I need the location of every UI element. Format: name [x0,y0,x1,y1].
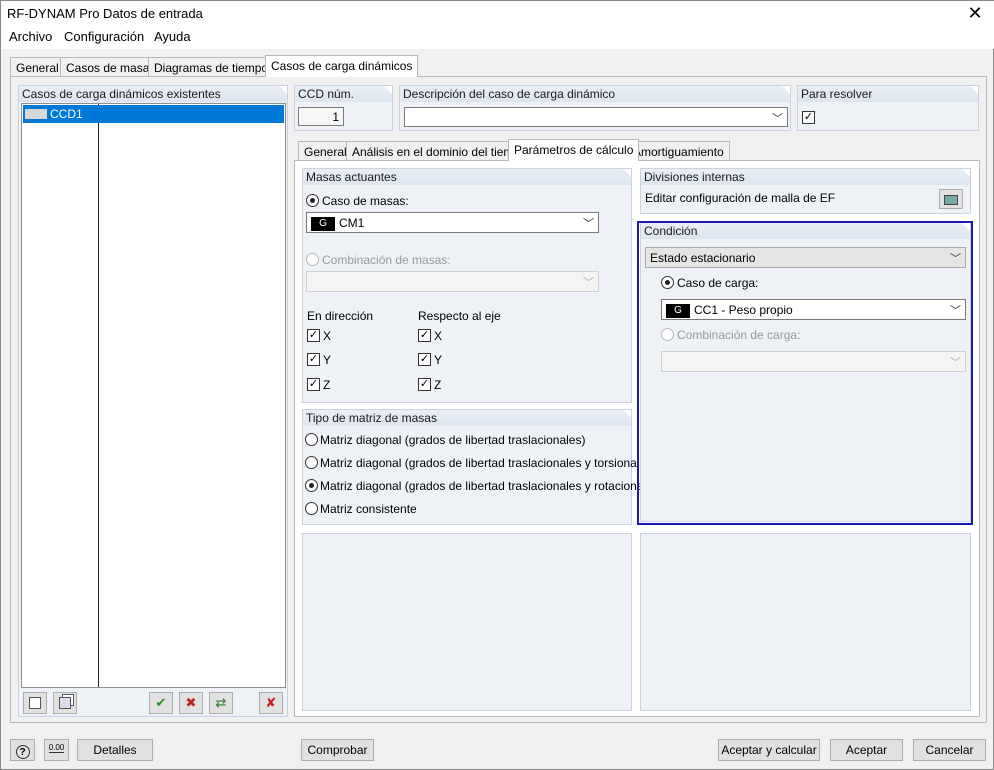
direccion-z-checkbox[interactable]: ✓ [307,378,320,391]
masas-actuantes-box: Masas actuantes Caso de masas: G CM1 ﹀ Co… [302,168,632,403]
eje-y-checkbox[interactable]: ✓ [418,353,431,366]
new-case-button[interactable] [23,692,47,714]
aceptar-button[interactable]: Aceptar [830,739,903,761]
divisiones-header: Divisiones internas [641,169,970,185]
direccion-y-label: Y [323,353,332,367]
list-item[interactable]: CCD1 [23,105,284,123]
description-header: Descripción del caso de carga dinámico [400,86,790,102]
tab-casos-de-masas[interactable]: Casos de masas [60,57,162,77]
eje-x-label: X [434,329,443,343]
divisiones-text: Editar configuración de malla de EF [645,191,836,205]
comprobar-button[interactable]: Comprobar [301,739,374,761]
uncheck-all-icon: ✖ [185,695,197,710]
matriz-option-3-label: Matriz diagonal (grados de libertad tras… [320,479,663,493]
help-button[interactable]: ? [10,739,35,761]
check-all-icon: ✔ [155,695,167,710]
menu-archivo[interactable]: Archivo [9,29,52,44]
direccion-x-checkbox[interactable]: ✓ [307,329,320,342]
title-bar: RF-DYNAM Pro Datos de entrada ✕ [1,1,994,27]
chevron-down-icon: ﹀ [583,277,594,289]
case-label: CCD1 [50,107,83,121]
matriz-option-1-label: Matriz diagonal (grados de libertad tras… [320,433,586,447]
case-color-swatch [25,109,47,119]
existing-cases-list[interactable]: CCD1 [21,103,286,688]
comb-masas-label: Combinación de masas: [322,253,451,267]
subtab-general[interactable]: General [298,141,353,161]
to-solve-checkbox[interactable]: ✓ [802,111,815,124]
dialog-window: RF-DYNAM Pro Datos de entrada ✕ Archivo … [0,0,994,770]
empty-panel-right [640,533,971,711]
tab-general[interactable]: General [10,57,65,77]
aceptar-calcular-button[interactable]: Aceptar y calcular [718,739,820,761]
copy-case-icon [59,697,71,709]
help-icon: ? [15,745,30,759]
description-box: Descripción del caso de carga dinámico ﹀ [399,85,791,131]
caso-masas-select[interactable]: G CM1 ﹀ [306,212,599,233]
description-combo[interactable]: ﹀ [404,107,788,127]
comb-masas-radio[interactable] [306,253,319,266]
tab-diagramas-de-tiempos[interactable]: Diagramas de tiempos [148,57,281,77]
highlight-frame [637,221,973,525]
subtab-amortiguamiento[interactable]: Amortiguamiento [627,141,730,161]
list-divider [98,104,99,687]
existing-cases-header: Casos de carga dinámicos existentes [19,86,287,102]
new-case-icon [29,697,41,709]
caso-masas-value: CM1 [339,216,365,230]
direccion-z-label: Z [323,378,331,392]
mesh-settings-icon [944,195,958,205]
caso-masas-radio[interactable] [306,194,319,207]
toggle-check-icon: ⇄ [215,695,227,710]
eje-label: Respecto al eje [418,309,501,323]
tipo-matriz-box: Tipo de matriz de masas Matriz diagonal … [302,409,663,525]
ccd-number-header: CCD núm. [295,86,392,102]
mesh-settings-button[interactable] [939,189,963,209]
window-title: RF-DYNAM Pro Datos de entrada [7,6,203,21]
toggle-check-button[interactable]: ⇄ [209,692,233,714]
menu-bar: Archivo Configuración Ayuda [1,27,994,49]
close-icon[interactable]: ✕ [965,3,985,23]
tab-casos-de-carga-dinamicos[interactable]: Casos de carga dinámicos [265,55,419,77]
matriz-option-3-radio[interactable] [305,479,318,492]
copy-case-button[interactable] [53,692,77,714]
cancelar-button[interactable]: Cancelar [913,739,986,761]
existing-cases-panel: Casos de carga dinámicos existentes CCD1… [18,85,288,717]
ccd-number-field[interactable]: 1 [298,107,344,126]
matriz-option-2-radio[interactable] [305,456,318,469]
eje-x-checkbox[interactable]: ✓ [418,329,431,342]
menu-configuracion[interactable]: Configuración [64,29,144,44]
delete-icon: ✘ [265,695,277,710]
empty-panel-left [302,533,632,711]
check-all-button[interactable]: ✔ [149,692,173,714]
menu-ayuda[interactable]: Ayuda [154,29,191,44]
matriz-option-1-radio[interactable] [305,433,318,446]
delete-case-button[interactable]: ✘ [259,692,283,714]
masas-actuantes-header: Masas actuantes [303,169,631,185]
units-button[interactable]: 0.00 [44,739,69,761]
eje-z-label: Z [434,378,442,392]
comb-masas-select[interactable]: ﹀ [306,271,599,292]
divisiones-box: Divisiones internas Editar configuración… [640,168,971,214]
uncheck-all-button[interactable]: ✖ [179,692,203,714]
matriz-option-4-radio[interactable] [305,502,318,515]
direccion-y-checkbox[interactable]: ✓ [307,353,320,366]
ccd-number-box: CCD núm. 1 [294,85,393,131]
detalles-button[interactable]: Detalles [77,739,153,761]
caso-masas-label: Caso de masas: [322,194,409,208]
load-type-tag: G [311,216,335,231]
subtab-analisis-tiempo[interactable]: Análisis en el dominio del tiempo [346,141,533,161]
eje-z-checkbox[interactable]: ✓ [418,378,431,391]
chevron-down-icon: ﹀ [583,218,594,230]
eje-y-label: Y [434,353,443,367]
units-icon: 0.00 [48,743,65,753]
to-solve-box: Para resolver ✓ [797,85,979,131]
matriz-option-4-label: Matriz consistente [320,502,417,516]
tipo-matriz-header: Tipo de matriz de masas [303,410,631,426]
subtab-parametros-calculo[interactable]: Parámetros de cálculo [508,139,640,161]
to-solve-header: Para resolver [798,86,978,102]
direccion-x-label: X [323,329,332,343]
chevron-down-icon: ﹀ [772,113,783,125]
matriz-option-2-label: Matriz diagonal (grados de libertad tras… [320,456,657,470]
direccion-label: En dirección [307,309,374,323]
